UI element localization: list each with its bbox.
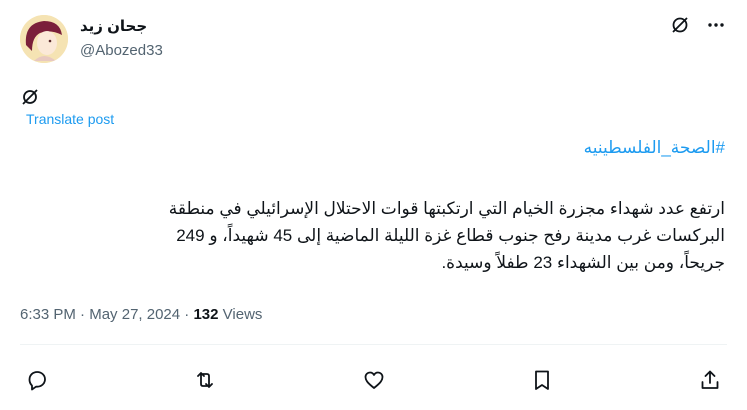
share-icon — [701, 370, 719, 389]
language-icon — [20, 87, 40, 107]
avatar-image — [20, 15, 68, 63]
post-time[interactable]: 6:33 PM — [20, 306, 76, 323]
hashtag-link[interactable]: #الصحة_الفلسطينيه — [584, 138, 725, 158]
views-label: Views — [218, 306, 263, 323]
translate-post-link[interactable]: Translate post — [26, 111, 114, 127]
post-text-line: ارتفع عدد شهداء مجزرة الخيام التي ارتكبت… — [168, 199, 725, 218]
grok-icon[interactable] — [669, 14, 691, 36]
repost-button[interactable] — [188, 365, 222, 395]
divider — [20, 344, 727, 345]
avatar[interactable] — [20, 15, 68, 63]
bookmark-icon — [534, 370, 549, 390]
meta-separator: · — [75, 306, 90, 323]
meta-separator: · — [180, 306, 194, 323]
reply-icon — [28, 371, 46, 391]
action-bar — [20, 365, 727, 395]
author-display-name[interactable]: جحان زيد — [80, 17, 147, 35]
views-count: 132 — [193, 306, 219, 323]
reply-button[interactable] — [20, 365, 54, 395]
post-date[interactable]: May 27, 2024 — [89, 306, 180, 323]
post-text: ارتفع عدد شهداء مجزرة الخيام التي ارتكبت… — [10, 195, 725, 276]
post-meta: 6:33 PM · May 27, 2024 · 132 Views — [20, 306, 262, 323]
header-actions — [669, 14, 727, 36]
post-text-line: البركسات غرب مدينة رفح جنوب قطاع غزة الل… — [176, 226, 725, 245]
like-button[interactable] — [357, 365, 391, 395]
share-button[interactable] — [693, 365, 727, 395]
like-icon — [364, 371, 383, 389]
repost-icon — [197, 372, 214, 388]
author-handle[interactable]: @Abozed33 — [80, 42, 163, 59]
post-text-line: جريحاً، ومن بين الشهداء 23 طفلاً وسيدة. — [441, 253, 725, 272]
bookmark-button[interactable] — [525, 365, 559, 395]
more-icon[interactable] — [705, 14, 727, 36]
